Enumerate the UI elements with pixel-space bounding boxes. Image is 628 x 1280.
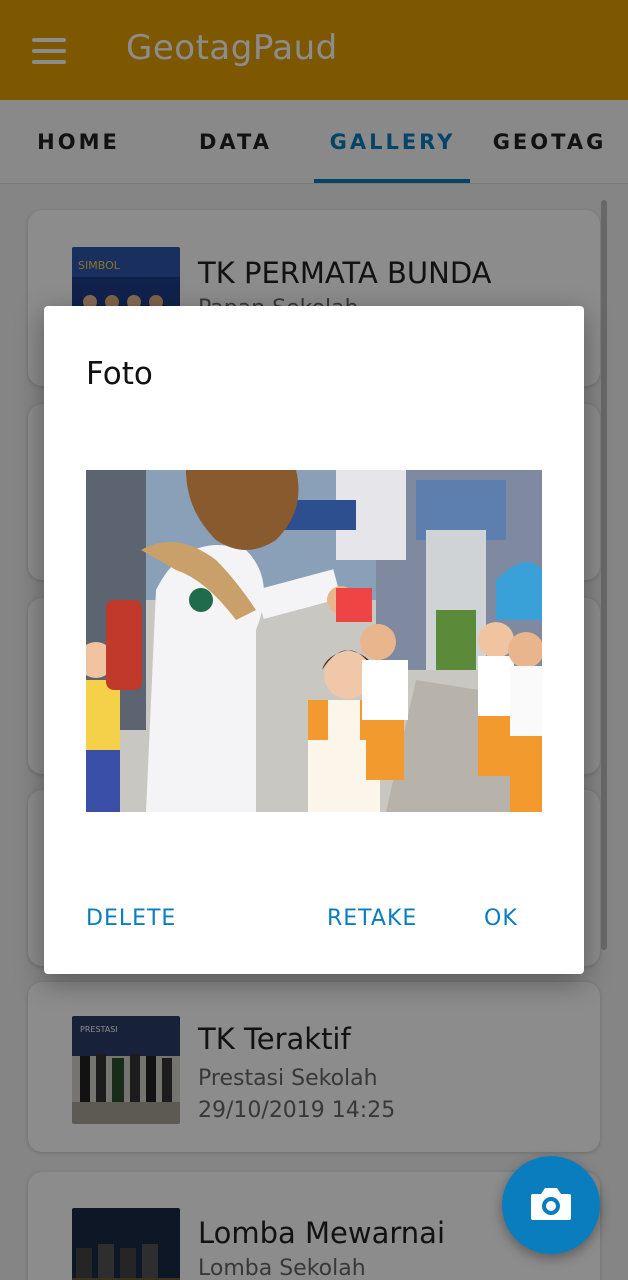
delete-button[interactable]: DELETE [86, 906, 176, 931]
camera-icon [529, 1184, 573, 1226]
dialog-title: Foto [86, 356, 153, 392]
photo-dialog: Foto DELETE RETAKE OK [44, 306, 584, 974]
camera-fab[interactable] [502, 1156, 600, 1254]
retake-button[interactable]: RETAKE [327, 906, 417, 931]
dialog-photo [86, 470, 542, 812]
ok-button[interactable]: OK [484, 906, 518, 931]
